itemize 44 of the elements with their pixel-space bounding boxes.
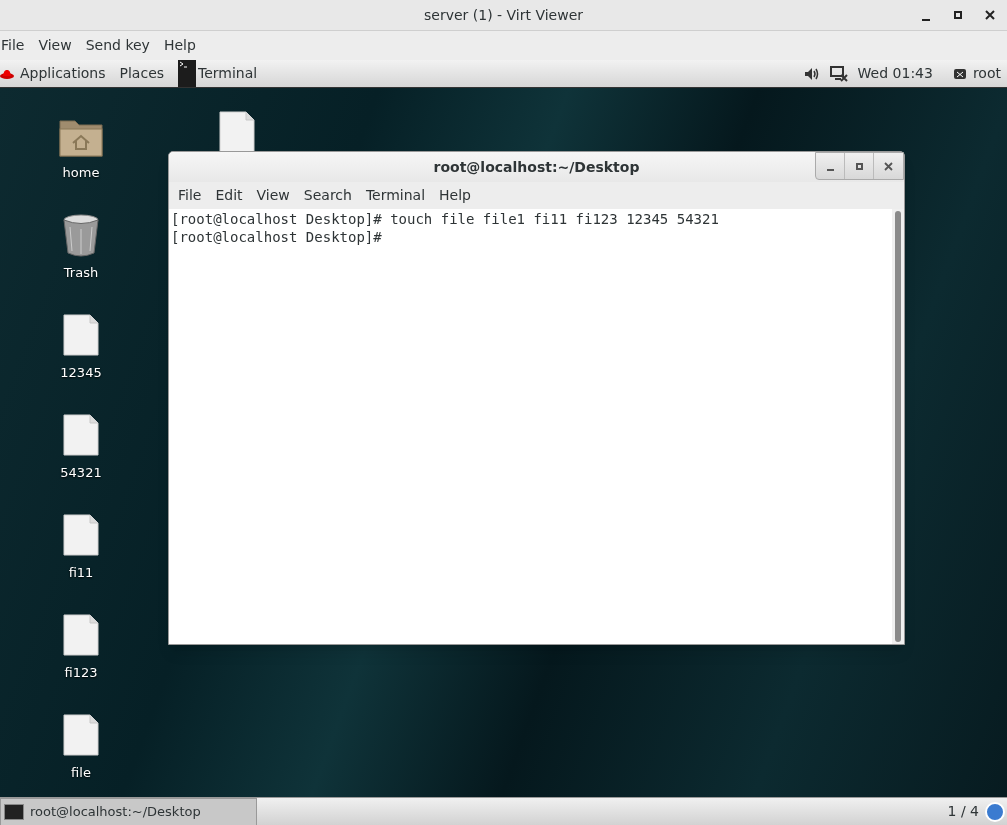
file-icon: [62, 412, 100, 457]
close-icon: [884, 161, 893, 171]
file-icon: [62, 512, 100, 557]
menu-item[interactable]: Edit: [208, 185, 250, 206]
file-icon: [62, 312, 100, 357]
app-menu[interactable]: Terminal: [178, 60, 260, 87]
user-icon: [952, 67, 967, 80]
terminal-icon: [178, 60, 197, 87]
applications-menu[interactable]: Applications: [20, 63, 106, 84]
notification-icon[interactable]: [985, 801, 1005, 822]
places-menu[interactable]: Places: [119, 63, 165, 84]
menu-item[interactable]: Send key: [78, 35, 157, 56]
task-button[interactable]: root@localhost:~/Desktop: [0, 797, 257, 825]
icon-label[interactable]: fi11: [68, 562, 94, 582]
icon-label[interactable]: Trash: [63, 262, 99, 282]
icon-label[interactable]: home: [62, 162, 100, 182]
file-icon: [62, 612, 100, 657]
icon-label[interactable]: file: [71, 762, 91, 782]
menu-item[interactable]: View: [31, 35, 79, 56]
menu-item[interactable]: View: [249, 185, 297, 206]
menu-item[interactable]: Help: [156, 35, 203, 56]
terminal-line: [root@localhost Desktop]# touch file file1 fi11 fi123 12345 54321: [171, 210, 719, 228]
scrollbar[interactable]: [892, 209, 904, 644]
menu-item[interactable]: Search: [296, 185, 359, 206]
icon-label[interactable]: 54321: [60, 462, 102, 482]
terminal-icon: [4, 803, 24, 820]
file-icon: [218, 110, 256, 154]
network-icon[interactable]: [829, 65, 848, 82]
close-icon: [985, 10, 995, 20]
trash-icon: [62, 212, 100, 257]
user-menu[interactable]: root: [952, 63, 1001, 84]
icon-label[interactable]: fi123: [64, 662, 98, 682]
icon-label[interactable]: 12345: [60, 362, 102, 382]
menu-item[interactable]: Terminal: [358, 185, 433, 206]
window-title: server (1) - Virt Viewer: [424, 5, 583, 25]
terminal-line: [root@localhost Desktop]#: [171, 228, 382, 246]
workspace-indicator[interactable]: 1 / 4: [947, 801, 979, 822]
menu-item[interactable]: Help: [432, 185, 478, 206]
menu-item[interactable]: File: [0, 35, 32, 56]
volume-icon[interactable]: [803, 66, 820, 81]
terminal-title: root@localhost:~/Desktop: [433, 157, 640, 177]
file-icon: [62, 712, 100, 757]
clock[interactable]: Wed 01:43: [857, 63, 933, 84]
menu-item[interactable]: File: [171, 185, 209, 206]
